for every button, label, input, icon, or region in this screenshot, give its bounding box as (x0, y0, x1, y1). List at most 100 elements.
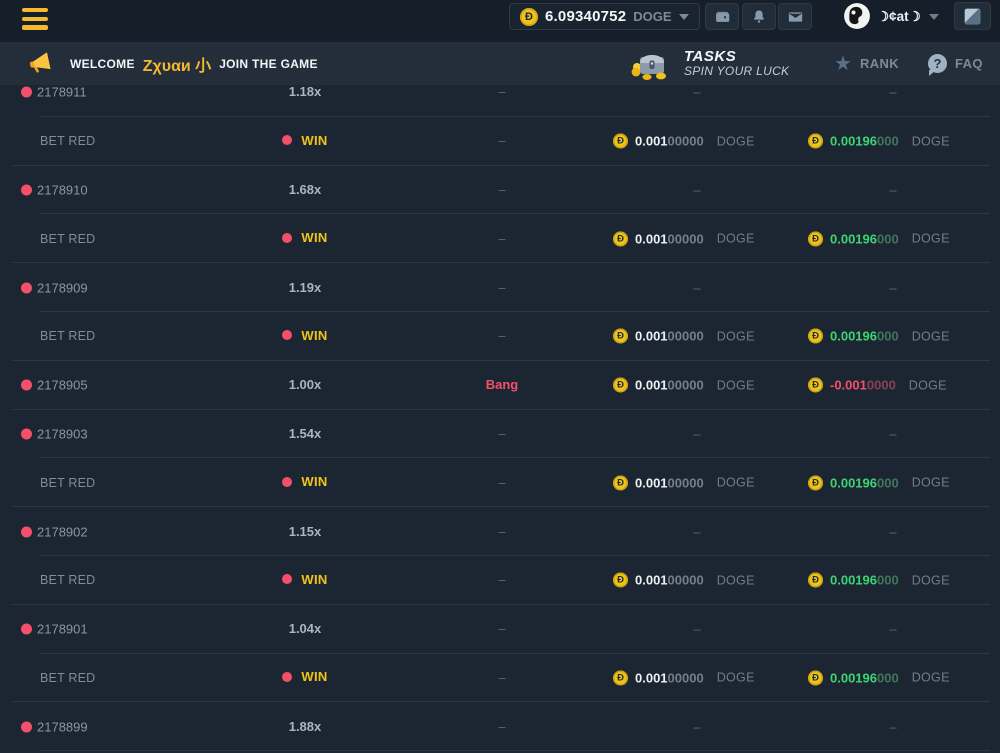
multiplier-value: 1.88x (289, 719, 322, 734)
win-dot-icon (282, 574, 292, 584)
empty-dash: – (498, 231, 505, 246)
megaphone-icon (27, 51, 53, 76)
empty-dash: – (846, 524, 940, 539)
empty-dash: – (498, 670, 505, 685)
star-icon: ★ (834, 54, 852, 74)
bet-amount: Đ0.00100000DOGE (613, 231, 755, 246)
amount-significant: 0.00196 (830, 573, 877, 588)
rank-label: RANK (860, 56, 899, 71)
balance-amount: 6.09340752 (545, 8, 626, 25)
doge-coin-icon: Đ (808, 231, 823, 246)
user-avatar[interactable] (844, 3, 870, 29)
game-row[interactable]: 2178905 1.00x Bang Đ0.00100000DOGE Đ-0.0… (0, 361, 1000, 410)
empty-dash: – (846, 85, 940, 100)
bet-row[interactable]: BET RED WIN – Đ0.00100000DOGE Đ0.0019600… (0, 117, 1000, 166)
tasks-banner-item[interactable]: TASKS SPIN YOUR LUCK (630, 42, 789, 85)
multiplier-value: 1.00x (289, 377, 322, 392)
game-status-dot (21, 526, 32, 537)
empty-dash: – (498, 572, 505, 587)
game-row[interactable]: 2178909 1.19x – – – (0, 263, 1000, 312)
bet-amount: Đ0.00100000DOGE (613, 670, 755, 685)
empty-dash: – (498, 621, 505, 636)
bet-row[interactable]: BET RED WIN – Đ0.00100000DOGE Đ0.0019600… (0, 654, 1000, 703)
doge-coin-icon: Đ (613, 573, 628, 588)
balance-selector[interactable]: Đ 6.09340752 DOGE (509, 3, 700, 30)
game-row[interactable]: 2178903 1.54x – – – (0, 410, 1000, 459)
doge-coin-icon: Đ (808, 378, 823, 393)
multiplier-value: 1.15x (289, 524, 322, 539)
win-label: WIN (301, 328, 327, 343)
amount-significant: 0.001 (635, 134, 668, 149)
empty-dash: – (498, 182, 505, 197)
profit-amount: Đ-0.0010000DOGE (808, 378, 947, 393)
amount-zeros: 000 (877, 475, 899, 490)
doge-coin-icon: Đ (613, 134, 628, 149)
win-label: WIN (301, 572, 327, 587)
game-row[interactable]: 2178899 1.88x – – – (0, 702, 1000, 751)
game-row[interactable]: 2178901 1.04x – – – (0, 605, 1000, 654)
rank-link[interactable]: ★ RANK (834, 42, 899, 85)
hamburger-menu-icon[interactable] (22, 8, 48, 30)
chevron-down-icon (679, 14, 689, 20)
doge-coin-icon: Đ (613, 329, 628, 344)
messages-button[interactable] (778, 3, 812, 30)
game-id: 2178909 (37, 280, 88, 295)
wallet-button[interactable] (705, 3, 739, 30)
game-status-dot (21, 624, 32, 635)
game-id: 2178899 (37, 719, 88, 734)
currency-label: DOGE (912, 232, 950, 246)
win-dot-icon (282, 672, 292, 682)
empty-dash: – (498, 426, 505, 441)
tasks-title: TASKS (684, 49, 789, 66)
game-row[interactable]: 2178902 1.15x – – – (0, 507, 1000, 556)
game-row[interactable]: 2178911 1.18x – – – (0, 85, 1000, 117)
win-label: WIN (301, 230, 327, 245)
empty-dash: – (498, 719, 505, 734)
win-dot-icon (282, 477, 292, 487)
faq-link[interactable]: ? FAQ (928, 42, 983, 85)
amount-zeros: 00000 (668, 329, 704, 344)
chat-toggle-button[interactable] (954, 2, 991, 30)
currency-label: DOGE (912, 671, 950, 685)
profit-amount: Đ0.00196000DOGE (808, 670, 950, 685)
amount-significant: -0.001 (830, 378, 867, 393)
bet-row[interactable]: BET RED WIN – Đ0.00100000DOGE Đ0.0019600… (0, 312, 1000, 361)
currency-label: DOGE (717, 671, 755, 685)
doge-coin-icon: Đ (808, 134, 823, 149)
notifications-button[interactable] (742, 3, 776, 30)
currency-label: DOGE (717, 329, 755, 343)
welcome-message: WELCOME Ζχυαи 小 JOIN THE GAME (70, 42, 318, 85)
bet-history-table: 2178911 1.18x – – – BET RED WIN – Đ0.001… (0, 85, 1000, 753)
doge-coin-icon: Đ (808, 573, 823, 588)
bet-row[interactable]: BET RED WIN – Đ0.00100000DOGE Đ0.0019600… (0, 214, 1000, 263)
amount-significant: 0.001 (635, 231, 668, 246)
currency-label: DOGE (909, 378, 947, 392)
game-status-dot (21, 87, 32, 98)
username: ☽¢at☽ (877, 9, 921, 25)
win-indicator: WIN (282, 669, 327, 684)
game-row[interactable]: 2178910 1.68x – – – (0, 166, 1000, 215)
treasure-chest-icon (630, 48, 672, 80)
doge-coin-icon: Đ (808, 670, 823, 685)
empty-dash: – (846, 426, 940, 441)
bet-amount: Đ0.00100000DOGE (613, 378, 755, 393)
chevron-down-icon (929, 14, 939, 20)
profit-amount: Đ0.00196000DOGE (808, 573, 950, 588)
empty-dash: – (650, 719, 744, 734)
welcome-prefix: WELCOME (70, 57, 135, 71)
win-label: WIN (301, 474, 327, 489)
bet-row[interactable]: BET RED WIN – Đ0.00100000DOGE Đ0.0019600… (0, 556, 1000, 605)
currency-label: DOGE (717, 134, 755, 148)
bet-row[interactable]: BET RED WIN – Đ0.00100000DOGE Đ0.0019600… (0, 458, 1000, 507)
amount-zeros: 00000 (668, 378, 704, 393)
bang-status: Bang (486, 377, 519, 392)
doge-coin-icon: Đ (613, 475, 628, 490)
game-id: 2178903 (37, 426, 88, 441)
empty-dash: – (846, 280, 940, 295)
game-status-dot (21, 428, 32, 439)
amount-zeros: 000 (877, 670, 899, 685)
empty-dash: – (498, 328, 505, 343)
empty-dash: – (650, 85, 744, 100)
user-menu[interactable]: ☽¢at☽ (877, 0, 939, 33)
amount-significant: 0.001 (635, 475, 668, 490)
